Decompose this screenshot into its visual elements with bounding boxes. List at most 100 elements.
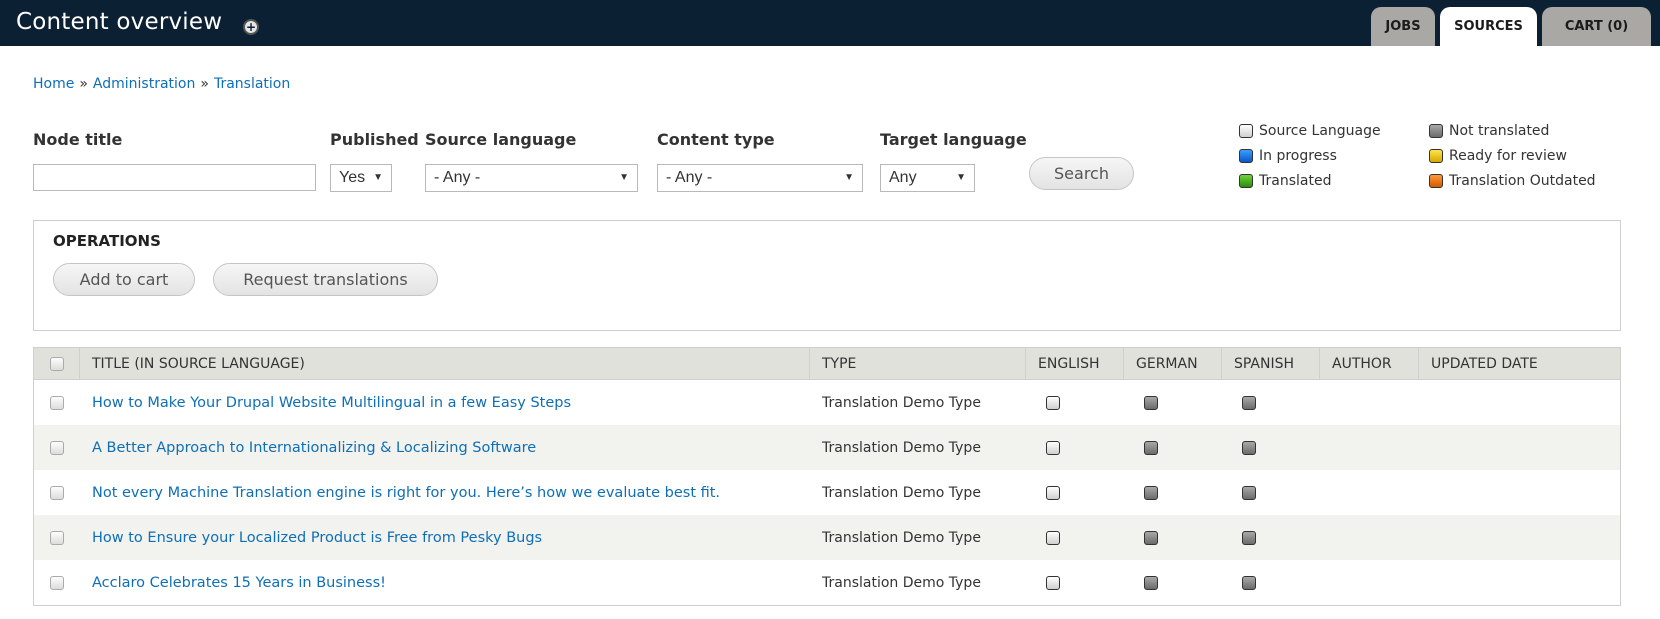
column-header-updated-date[interactable]: UPDATED DATE	[1419, 348, 1620, 380]
english-status-icon[interactable]	[1046, 530, 1060, 545]
spanish-status-cell	[1222, 380, 1320, 425]
german-status-cell	[1124, 515, 1222, 560]
row-checkbox[interactable]	[50, 530, 64, 545]
german-status-cell	[1124, 425, 1222, 470]
column-header-title[interactable]: TITLE (IN SOURCE LANGUAGE)	[80, 348, 810, 380]
table-row: A Better Approach to Internationalizing …	[34, 425, 1620, 470]
type-cell: Translation Demo Type	[822, 484, 981, 501]
node-title-label: Node title	[33, 130, 123, 149]
breadcrumb-administration[interactable]: Administration	[93, 76, 195, 92]
published-value: Yes	[339, 169, 366, 186]
author-cell	[1320, 470, 1419, 515]
search-button[interactable]: Search	[1029, 157, 1134, 190]
content-title-link[interactable]: Not every Machine Translation engine is …	[92, 485, 720, 501]
author-cell	[1320, 515, 1419, 560]
legend-translation-outdated: Translation Outdated	[1429, 173, 1596, 189]
german-status-icon[interactable]	[1144, 530, 1158, 545]
tab-cart[interactable]: CART (0)	[1542, 7, 1651, 46]
legend-label: In progress	[1259, 148, 1337, 164]
english-status-icon[interactable]	[1046, 440, 1060, 455]
german-status-icon[interactable]	[1144, 575, 1158, 590]
spanish-status-icon[interactable]	[1242, 485, 1256, 500]
published-select[interactable]: Yes ▼	[330, 164, 392, 192]
column-header-author[interactable]: AUTHOR	[1320, 348, 1419, 380]
english-status-cell	[1026, 515, 1124, 560]
english-status-icon[interactable]	[1046, 575, 1060, 590]
spanish-status-icon[interactable]	[1242, 530, 1256, 545]
plus-circle-icon[interactable]: +	[243, 19, 259, 35]
content-title-link[interactable]: A Better Approach to Internationalizing …	[92, 440, 536, 456]
breadcrumb-separator: »	[79, 76, 88, 92]
operations-panel: OPERATIONS Add to cart Request translati…	[33, 220, 1621, 331]
column-header-english: ENGLISH	[1026, 348, 1124, 380]
content-title-link[interactable]: Acclaro Celebrates 15 Years in Business!	[92, 575, 386, 591]
request-translations-button[interactable]: Request translations	[213, 263, 438, 296]
chevron-down-icon: ▼	[956, 172, 966, 183]
english-status-cell	[1026, 470, 1124, 515]
table-row: How to Make Your Drupal Website Multilin…	[34, 380, 1620, 425]
published-label: Published	[330, 130, 419, 149]
translated-swatch-icon	[1239, 174, 1253, 188]
row-select-cell	[34, 380, 80, 425]
english-status-icon[interactable]	[1046, 395, 1060, 410]
primary-tabs: JOBS SOURCES CART (0)	[1371, 7, 1660, 46]
german-status-icon[interactable]	[1144, 485, 1158, 500]
add-to-cart-button[interactable]: Add to cart	[53, 263, 195, 296]
row-checkbox[interactable]	[50, 440, 64, 455]
select-all-checkbox[interactable]	[49, 357, 64, 371]
type-cell: Translation Demo Type	[822, 394, 981, 411]
content-type-select[interactable]: - Any - ▼	[657, 164, 863, 192]
select-all-cell	[34, 348, 80, 380]
spanish-status-cell	[1222, 425, 1320, 470]
breadcrumb-home[interactable]: Home	[33, 76, 74, 92]
spanish-status-icon[interactable]	[1242, 575, 1256, 590]
title-cell: How to Make Your Drupal Website Multilin…	[80, 380, 810, 425]
column-header-spanish: SPANISH	[1222, 348, 1320, 380]
legend-label: Source Language	[1259, 123, 1381, 139]
table-header: TITLE (IN SOURCE LANGUAGE) TYPE ENGLISH …	[34, 348, 1620, 380]
title-cell: Not every Machine Translation engine is …	[80, 470, 810, 515]
target-language-select[interactable]: Any ▼	[880, 164, 975, 192]
german-status-cell	[1124, 470, 1222, 515]
content-title-link[interactable]: How to Make Your Drupal Website Multilin…	[92, 395, 571, 411]
spanish-status-cell	[1222, 470, 1320, 515]
node-title-input[interactable]	[33, 164, 316, 191]
row-checkbox[interactable]	[50, 395, 64, 410]
table-body: How to Make Your Drupal Website Multilin…	[34, 380, 1620, 605]
legend-label: Translated	[1259, 173, 1332, 189]
legend-ready-for-review: Ready for review	[1429, 148, 1567, 164]
tab-sources[interactable]: SOURCES	[1440, 7, 1537, 46]
author-cell	[1320, 425, 1419, 470]
spanish-status-icon[interactable]	[1242, 440, 1256, 455]
tab-jobs[interactable]: JOBS	[1371, 7, 1435, 46]
german-status-icon[interactable]	[1144, 395, 1158, 410]
row-checkbox[interactable]	[50, 485, 64, 500]
content-title-link[interactable]: How to Ensure your Localized Product is …	[92, 530, 542, 546]
source-language-value: - Any -	[434, 169, 481, 186]
legend-label: Ready for review	[1449, 148, 1567, 164]
table-row: Acclaro Celebrates 15 Years in Business!…	[34, 560, 1620, 605]
english-status-cell	[1026, 380, 1124, 425]
legend-in-progress: In progress	[1239, 148, 1337, 164]
legend-source-language: Source Language	[1239, 123, 1381, 139]
english-status-cell	[1026, 560, 1124, 605]
spanish-status-cell	[1222, 515, 1320, 560]
spanish-status-icon[interactable]	[1242, 395, 1256, 410]
operations-title: OPERATIONS	[53, 232, 161, 250]
type-cell: Translation Demo Type	[822, 439, 981, 456]
row-select-cell	[34, 560, 80, 605]
breadcrumb-separator: »	[200, 76, 209, 92]
author-cell	[1320, 560, 1419, 605]
row-checkbox[interactable]	[50, 575, 64, 590]
title-cell: How to Ensure your Localized Product is …	[80, 515, 810, 560]
title-cell: Acclaro Celebrates 15 Years in Business!	[80, 560, 810, 605]
table-row: Not every Machine Translation engine is …	[34, 470, 1620, 515]
column-header-type[interactable]: TYPE	[810, 348, 1026, 380]
page-title: Content overview	[16, 9, 223, 35]
breadcrumb-translation[interactable]: Translation	[214, 76, 290, 92]
updated-date-cell	[1419, 380, 1620, 425]
source-language-select[interactable]: - Any - ▼	[425, 164, 638, 192]
german-status-icon[interactable]	[1144, 440, 1158, 455]
type-cell: Translation Demo Type	[822, 574, 981, 591]
english-status-icon[interactable]	[1046, 485, 1060, 500]
